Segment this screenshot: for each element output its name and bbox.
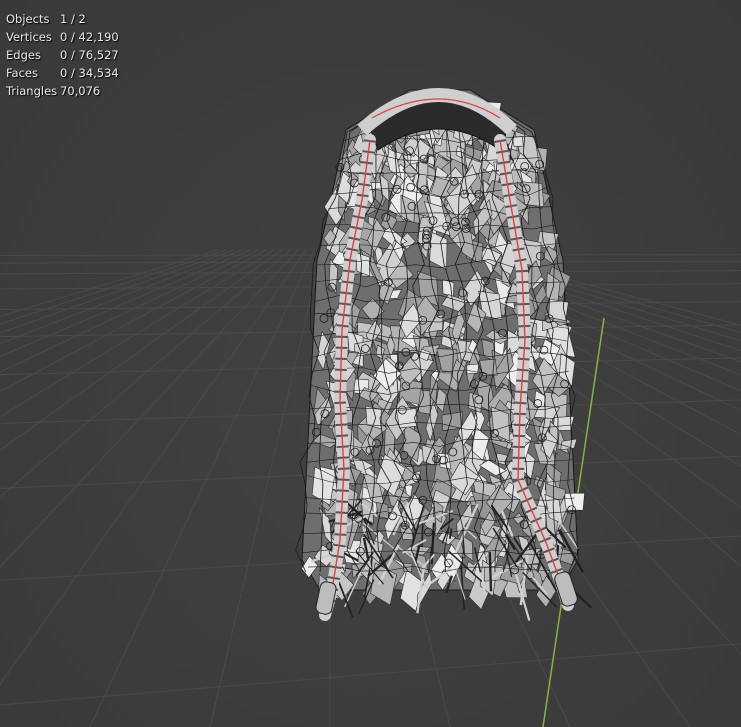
grid-line: [0, 249, 235, 334]
statistics-overlay: Objects 1 / 2 Vertices 0 / 42,190 Edges …: [6, 10, 119, 100]
grid-line: [0, 249, 227, 325]
stat-faces: Faces 0 / 34,534: [6, 64, 119, 82]
stat-value: 0 / 42,190: [60, 30, 119, 44]
hair-strand: [421, 523, 424, 547]
grid-line: [89, 249, 315, 727]
3d-viewport[interactable]: Objects 1 / 2 Vertices 0 / 42,190 Edges …: [0, 0, 741, 727]
grid-line: [0, 249, 259, 373]
grid-line: [0, 249, 283, 451]
grid-line: [0, 249, 251, 358]
stat-label: Vertices: [6, 30, 52, 44]
grid-line: [0, 249, 267, 393]
stat-label: Objects: [6, 12, 50, 26]
stat-label: Edges: [6, 48, 41, 62]
viewport-canvas[interactable]: [0, 0, 741, 727]
stat-label: Faces: [6, 66, 38, 80]
stat-triangles: Triangles 70,076: [6, 82, 119, 100]
grid-line: [0, 249, 275, 418]
grid-line: [0, 249, 291, 498]
stat-objects: Objects 1 / 2: [6, 10, 119, 28]
grid-line: [0, 249, 307, 686]
hair-strand: [488, 551, 493, 592]
stat-label: Triangles: [6, 84, 58, 98]
grid-line: [0, 249, 299, 569]
stat-value: 0 / 34,534: [60, 66, 119, 80]
stat-value: 1 / 2: [60, 12, 86, 26]
grid-line: [0, 643, 741, 706]
stat-edges: Edges 0 / 76,527: [6, 46, 119, 64]
stat-value: 70,076: [60, 84, 101, 98]
stat-value: 0 / 76,527: [60, 48, 119, 62]
hair-mesh[interactable]: [295, 88, 593, 621]
stat-vertices: Vertices 0 / 42,190: [6, 28, 119, 46]
